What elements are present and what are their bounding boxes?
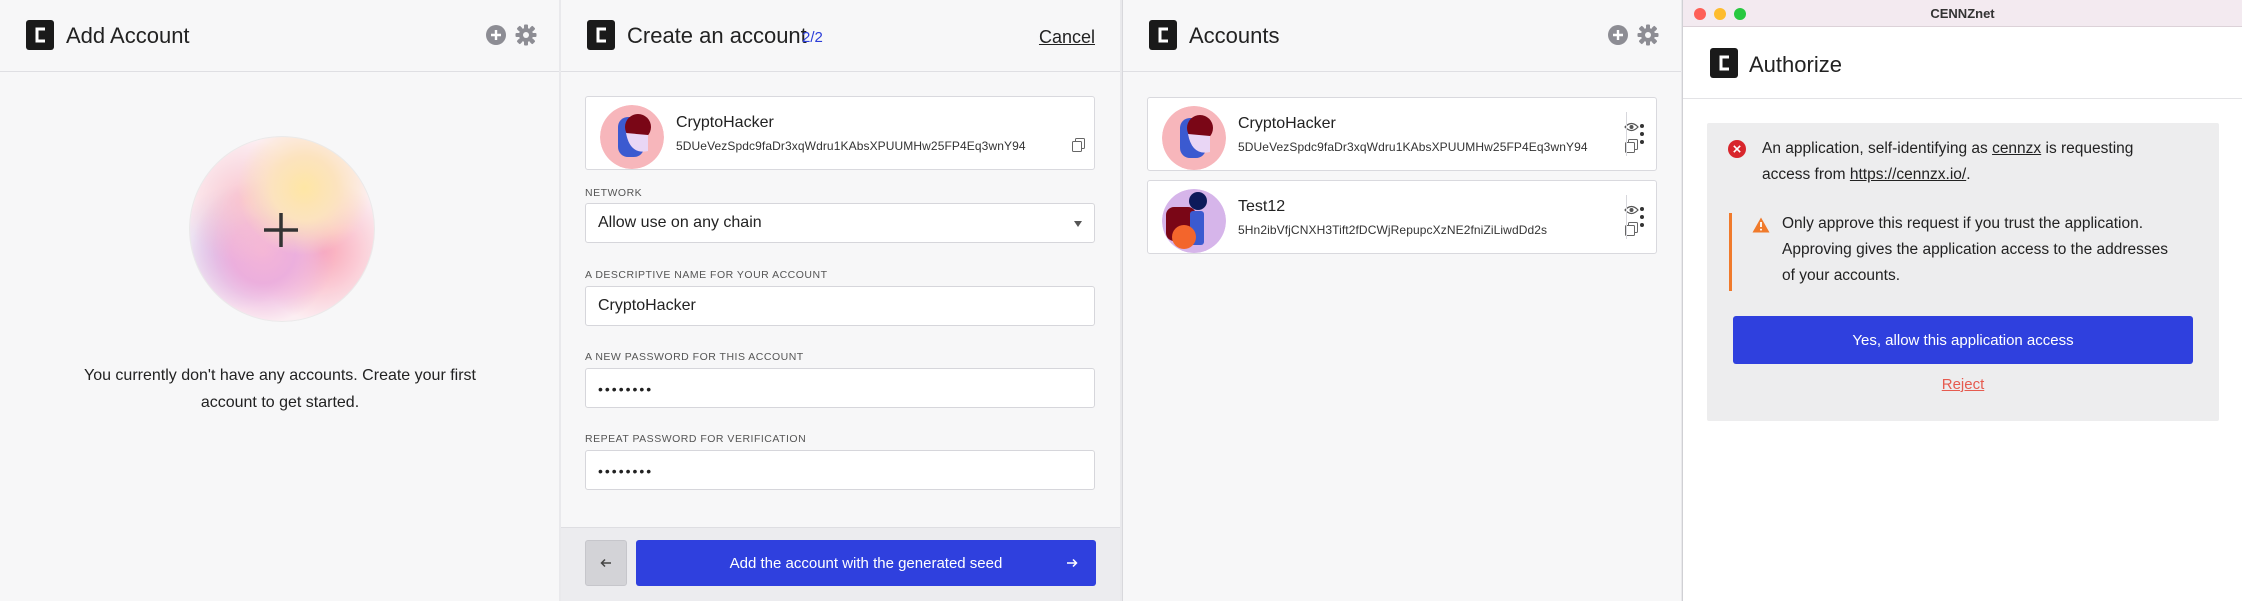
network-select[interactable]: Allow use on any chain (585, 203, 1095, 243)
password-input[interactable]: •••••••• (585, 368, 1095, 408)
step-indicator: 2/2 (802, 29, 823, 46)
accounts-panel: Accounts CryptoHacker 5DUeVezSpdc9faDr3x… (1122, 0, 1681, 601)
account-address: 5Hn2ibVfjCNXH3Tift2fDCWjRepupcXzNE2fniZi… (1238, 223, 1548, 237)
footer: Add the account with the generated seed (561, 527, 1120, 601)
header: Create an account 2/2 Cancel (561, 0, 1120, 72)
request-info-text: An application, self-identifying as cenn… (1762, 140, 2134, 183)
account-list-item[interactable]: Test12 5Hn2ibVfjCNXH3Tift2fDCWjRepupcXzN… (1147, 180, 1657, 254)
name-label: A DESCRIPTIVE NAME FOR YOUR ACCOUNT (585, 269, 828, 281)
account-name-input[interactable]: CryptoHacker (585, 286, 1095, 326)
authorize-request-box: An application, self-identifying as cenn… (1707, 123, 2219, 421)
header: Accounts (1123, 0, 1681, 72)
authorize-window: CENNZnet Authorize An application, self-… (1682, 0, 2242, 601)
cennz-logo-icon (1149, 20, 1177, 50)
account-card: CryptoHacker 5DUeVezSpdc9faDr3xqWdru1KAb… (585, 96, 1095, 170)
repeat-password-input[interactable]: •••••••• (585, 450, 1095, 490)
identicon-avatar (1162, 106, 1226, 170)
arrow-right-icon (1067, 558, 1078, 568)
repeat-password-label: REPEAT PASSWORD FOR VERIFICATION (585, 433, 807, 445)
add-circle-icon[interactable] (485, 24, 507, 46)
add-account-panel: Add Account You currently don't have any… (0, 0, 559, 601)
add-account-button[interactable]: Add the account with the generated seed (636, 540, 1096, 586)
origin-url-link[interactable]: https://cennzx.io/ (1850, 166, 1966, 183)
header: Add Account (0, 0, 559, 72)
error-icon (1728, 140, 1746, 158)
chevron-down-icon (1074, 221, 1082, 227)
more-options-icon[interactable] (1639, 123, 1645, 145)
warning-text: Only approve this request if you trust t… (1782, 215, 2169, 284)
page-title: Accounts (1189, 23, 1280, 48)
window-title: CENNZnet (1930, 6, 1995, 21)
warning-icon (1752, 217, 1770, 233)
account-name: Test12 (1238, 198, 1286, 215)
identicon-avatar (1162, 189, 1226, 253)
account-name: CryptoHacker (1238, 115, 1336, 132)
back-button[interactable] (585, 540, 627, 586)
cennz-logo-icon (26, 20, 54, 50)
app-name-link[interactable]: cennzx (1992, 140, 2041, 157)
cennz-logo-icon (1710, 48, 1738, 78)
cancel-link[interactable]: Cancel (1039, 27, 1095, 48)
identicon-avatar (600, 105, 664, 169)
reject-link[interactable]: Reject (1707, 376, 2219, 393)
add-circle-icon[interactable] (1607, 24, 1629, 46)
copy-icon[interactable] (1072, 138, 1085, 152)
page-title: Create an account (627, 23, 807, 48)
cennz-logo-icon (587, 20, 615, 50)
password-label: A NEW PASSWORD FOR THIS ACCOUNT (585, 351, 804, 363)
account-name: CryptoHacker (676, 114, 774, 131)
allow-access-button[interactable]: Yes, allow this application access (1733, 316, 2193, 364)
plus-icon[interactable] (262, 211, 300, 249)
warning-box: Only approve this request if you trust t… (1729, 213, 2199, 291)
network-label: NETWORK (585, 187, 643, 199)
header: Authorize (1683, 27, 2242, 99)
account-address: 5DUeVezSpdc9faDr3xqWdru1KAbsXPUUMHw25FP4… (676, 139, 1026, 153)
create-account-panel: Create an account 2/2 Cancel CryptoHacke… (561, 0, 1120, 601)
more-options-icon[interactable] (1639, 206, 1645, 228)
arrow-left-icon (600, 558, 611, 568)
gear-icon[interactable] (515, 24, 537, 46)
account-list-item[interactable]: CryptoHacker 5DUeVezSpdc9faDr3xqWdru1KAb… (1147, 97, 1657, 171)
account-address: 5DUeVezSpdc9faDr3xqWdru1KAbsXPUUMHw25FP4… (1238, 140, 1588, 154)
page-title: Authorize (1749, 52, 1842, 77)
gear-icon[interactable] (1637, 24, 1659, 46)
empty-accounts-message: You currently don't have any accounts. C… (83, 367, 476, 411)
page-title: Add Account (66, 23, 190, 48)
window-titlebar: CENNZnet (1683, 0, 2242, 27)
